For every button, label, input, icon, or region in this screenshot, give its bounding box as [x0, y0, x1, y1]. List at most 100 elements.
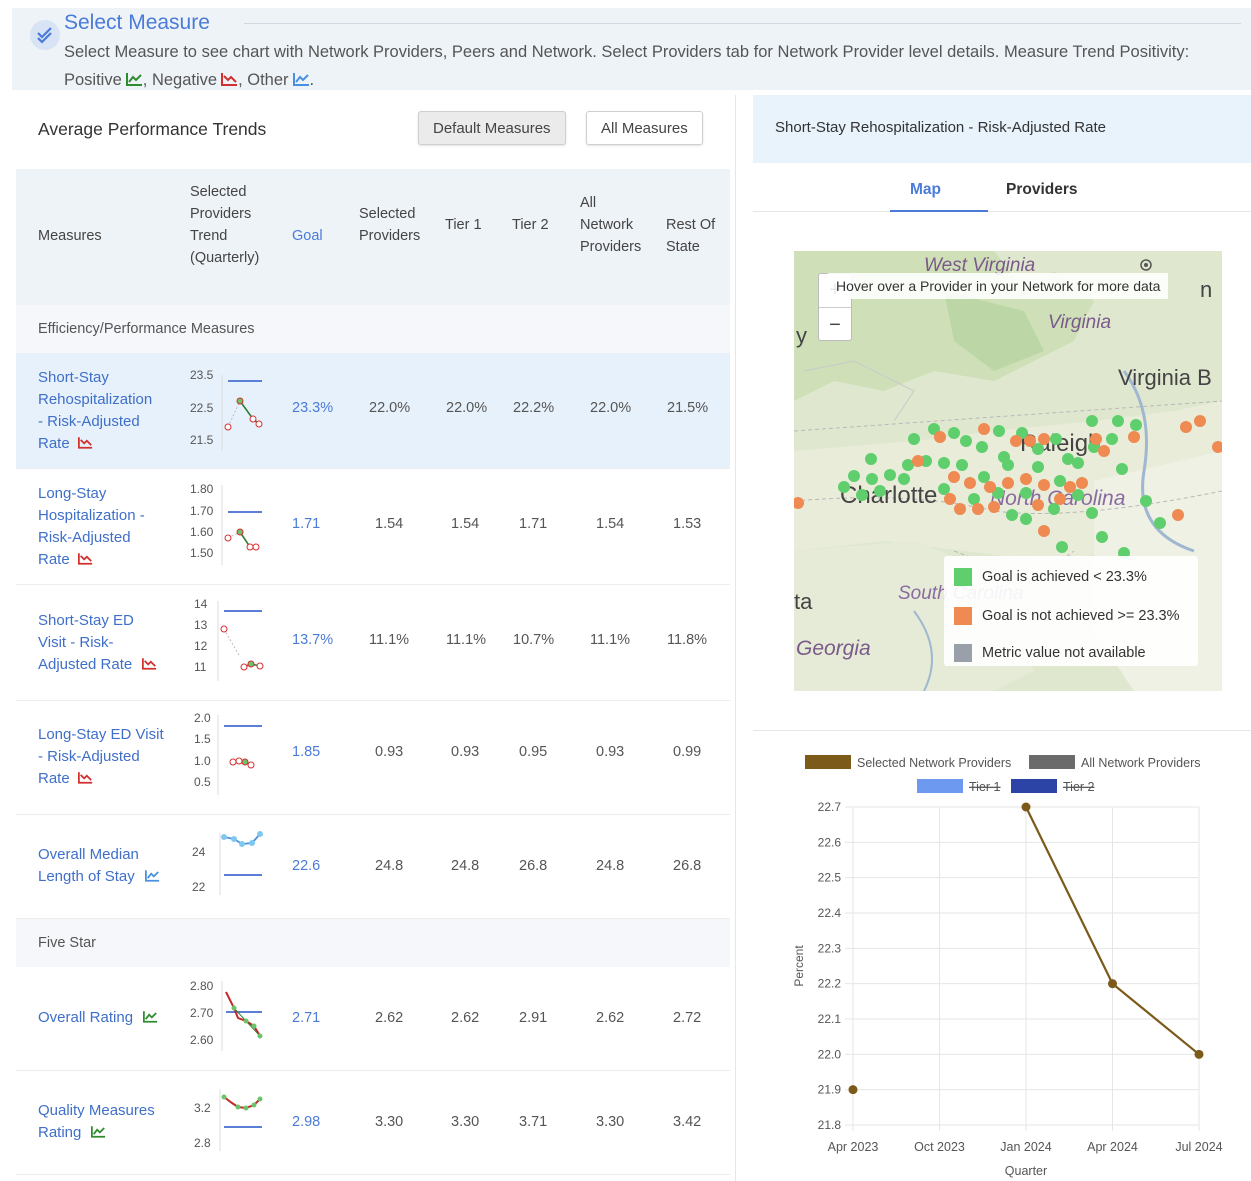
active-tab-indicator: [890, 210, 988, 212]
tab-map[interactable]: Map: [910, 181, 941, 199]
table-row[interactable]: Long-Stay ED Visit - Risk-Adjusted Rate …: [16, 701, 730, 815]
other-trend-icon: [292, 73, 309, 86]
measure-name-line: Rehospitalization: [38, 391, 153, 408]
all-network-value: 2.62: [596, 1010, 625, 1026]
spark-axis-label: 22.5: [190, 401, 214, 415]
positive-trend-icon: [91, 1126, 106, 1138]
goal-value: 1.85: [292, 744, 321, 760]
spark-axis-label: 21.5: [190, 433, 214, 447]
tier2-value: 1.71: [519, 516, 548, 532]
col-trend-line: Selected: [190, 184, 247, 200]
col-tier1[interactable]: Tier 1: [445, 214, 482, 236]
spark-axis-label: 1.60: [190, 525, 214, 539]
selected-value: 1.54: [375, 516, 404, 532]
tab-providers[interactable]: Providers: [1006, 181, 1078, 199]
measure-name-line: Quality Measures: [38, 1102, 155, 1119]
tier1-value: 2.62: [451, 1010, 480, 1026]
data-point: [1108, 979, 1117, 989]
trend-sparkline: 3.2 2.8: [194, 1089, 263, 1151]
rest-of-state-value: 21.5%: [667, 400, 709, 416]
spark-axis-label: 11: [194, 660, 207, 674]
table-row[interactable]: Overall Rating 2.80 2.70 2.60 2.71 2.62 …: [16, 967, 730, 1071]
table-row[interactable]: Short-Stay Rehospitalization - Risk-Adju…: [16, 353, 730, 469]
measure-name[interactable]: Long-Stay ED Visit - Risk-Adjusted Rate: [38, 724, 164, 790]
x-tick-label: Jul 2024: [1175, 1140, 1222, 1154]
header-divider: [244, 23, 1241, 24]
negative-trend-icon: [77, 553, 92, 565]
legend-swatch: [954, 568, 972, 586]
col-all-network[interactable]: All Network Providers: [580, 192, 641, 258]
col-trend[interactable]: Selected Providers Trend (Quarterly): [190, 181, 259, 269]
tabs-divider: [753, 211, 1251, 212]
zoom-out-button[interactable]: −: [819, 308, 851, 342]
legend-label: Tier 1: [969, 780, 1001, 794]
other-trend-icon: [144, 870, 159, 882]
rest-of-state-value: 3.42: [673, 1114, 702, 1130]
provider-map[interactable]: West Virginia Virginia Virginia B Raleig…: [794, 251, 1222, 691]
col-trend-line: (Quarterly): [190, 250, 260, 266]
col-all-line: Providers: [580, 239, 642, 255]
spark-axis-label: 13: [194, 618, 208, 632]
other-label: Other: [247, 71, 289, 89]
table-row[interactable]: Long-Stay Hospitalization - Risk-Adjuste…: [16, 469, 730, 585]
tier2-value: 22.2%: [513, 400, 555, 416]
col-trend-line: Providers: [190, 206, 252, 222]
col-selected[interactable]: Selected Providers: [359, 203, 420, 247]
description-end: .: [309, 71, 315, 89]
measure-detail-panel: Short-Stay Rehospitalization - Risk-Adju…: [753, 95, 1251, 1181]
measure-name-line: Overall Median: [38, 846, 139, 863]
table-row[interactable]: Overall Median Length of Stay 24 22 22.6…: [16, 815, 730, 919]
table-row[interactable]: Quality Measures Rating 3.2 2.8 2.98 3.3…: [16, 1071, 730, 1175]
measure-name[interactable]: Overall Rating: [38, 1007, 158, 1029]
map-hover-hint: Hover over a Provider in your Network fo…: [828, 273, 1169, 299]
spark-axis-label: 2.80: [190, 979, 214, 993]
data-point: [848, 1085, 858, 1095]
detail-title: Short-Stay Rehospitalization - Risk-Adju…: [775, 119, 1106, 136]
measure-name[interactable]: Short-Stay Rehospitalization - Risk-Adju…: [38, 367, 152, 455]
default-measures-button[interactable]: Default Measures: [418, 111, 566, 145]
table-header: Measures Selected Providers Trend (Quart…: [16, 169, 730, 305]
measure-name-line: Adjusted Rate: [38, 656, 133, 673]
spark-axis-label: 2.8: [194, 1136, 211, 1150]
all-network-value: 0.93: [596, 744, 625, 760]
y-axis-label: Percent: [792, 945, 806, 987]
spark-axis-label: 1.50: [190, 546, 214, 560]
col-all-line: All: [580, 195, 597, 211]
spark-axis-label: 12: [194, 639, 208, 653]
data-point: [1021, 802, 1031, 812]
measure-name[interactable]: Short-Stay ED Visit - Risk- Adjusted Rat…: [38, 610, 157, 676]
measure-name-line: Visit - Risk-: [38, 634, 114, 651]
negative-trend-icon: [77, 772, 92, 784]
col-measures[interactable]: Measures: [38, 225, 102, 247]
negative-trend-icon: [221, 73, 238, 86]
measure-name[interactable]: Overall Median Length of Stay: [38, 844, 160, 888]
selected-value: 11.1%: [369, 632, 410, 648]
table-row[interactable]: Short-Stay ED Visit - Risk- Adjusted Rat…: [16, 585, 730, 701]
col-goal[interactable]: Goal: [292, 225, 323, 247]
selected-value: 24.8: [375, 858, 404, 874]
rest-of-state-value: 26.8: [673, 858, 702, 874]
selected-value: 3.30: [375, 1114, 404, 1130]
measure-name[interactable]: Quality Measures Rating: [38, 1100, 155, 1144]
col-rest-of-state[interactable]: Rest Of State: [666, 214, 715, 258]
x-tick-label: Oct 2023: [914, 1140, 965, 1154]
measure-name-line: Hospitalization -: [38, 507, 145, 524]
spark-axis-label: 1.70: [190, 504, 214, 518]
col-tier2[interactable]: Tier 2: [512, 214, 549, 236]
tier2-value: 3.71: [519, 1114, 548, 1130]
y-tick-label: 21.8: [818, 1118, 842, 1132]
spark-axis-label: 23.5: [190, 368, 214, 382]
tier1-value: 1.54: [451, 516, 480, 532]
rest-of-state-value: 0.99: [673, 744, 702, 760]
measure-name[interactable]: Long-Stay Hospitalization - Risk-Adjuste…: [38, 483, 145, 571]
measure-name-line: Long-Stay: [38, 485, 107, 502]
selected-value: 0.93: [375, 744, 404, 760]
measure-name-line: Rate: [38, 435, 70, 452]
negative-trend-icon: [77, 437, 92, 449]
tier1-value: 0.93: [451, 744, 480, 760]
y-tick-label: 22.3: [818, 941, 842, 955]
all-network-value: 11.1%: [590, 632, 631, 648]
description-text: Select Measure to see chart with Network…: [64, 43, 1190, 61]
all-measures-button[interactable]: All Measures: [586, 111, 703, 145]
select-measure-header: Select Measure Select Measure to see cha…: [12, 8, 1251, 90]
